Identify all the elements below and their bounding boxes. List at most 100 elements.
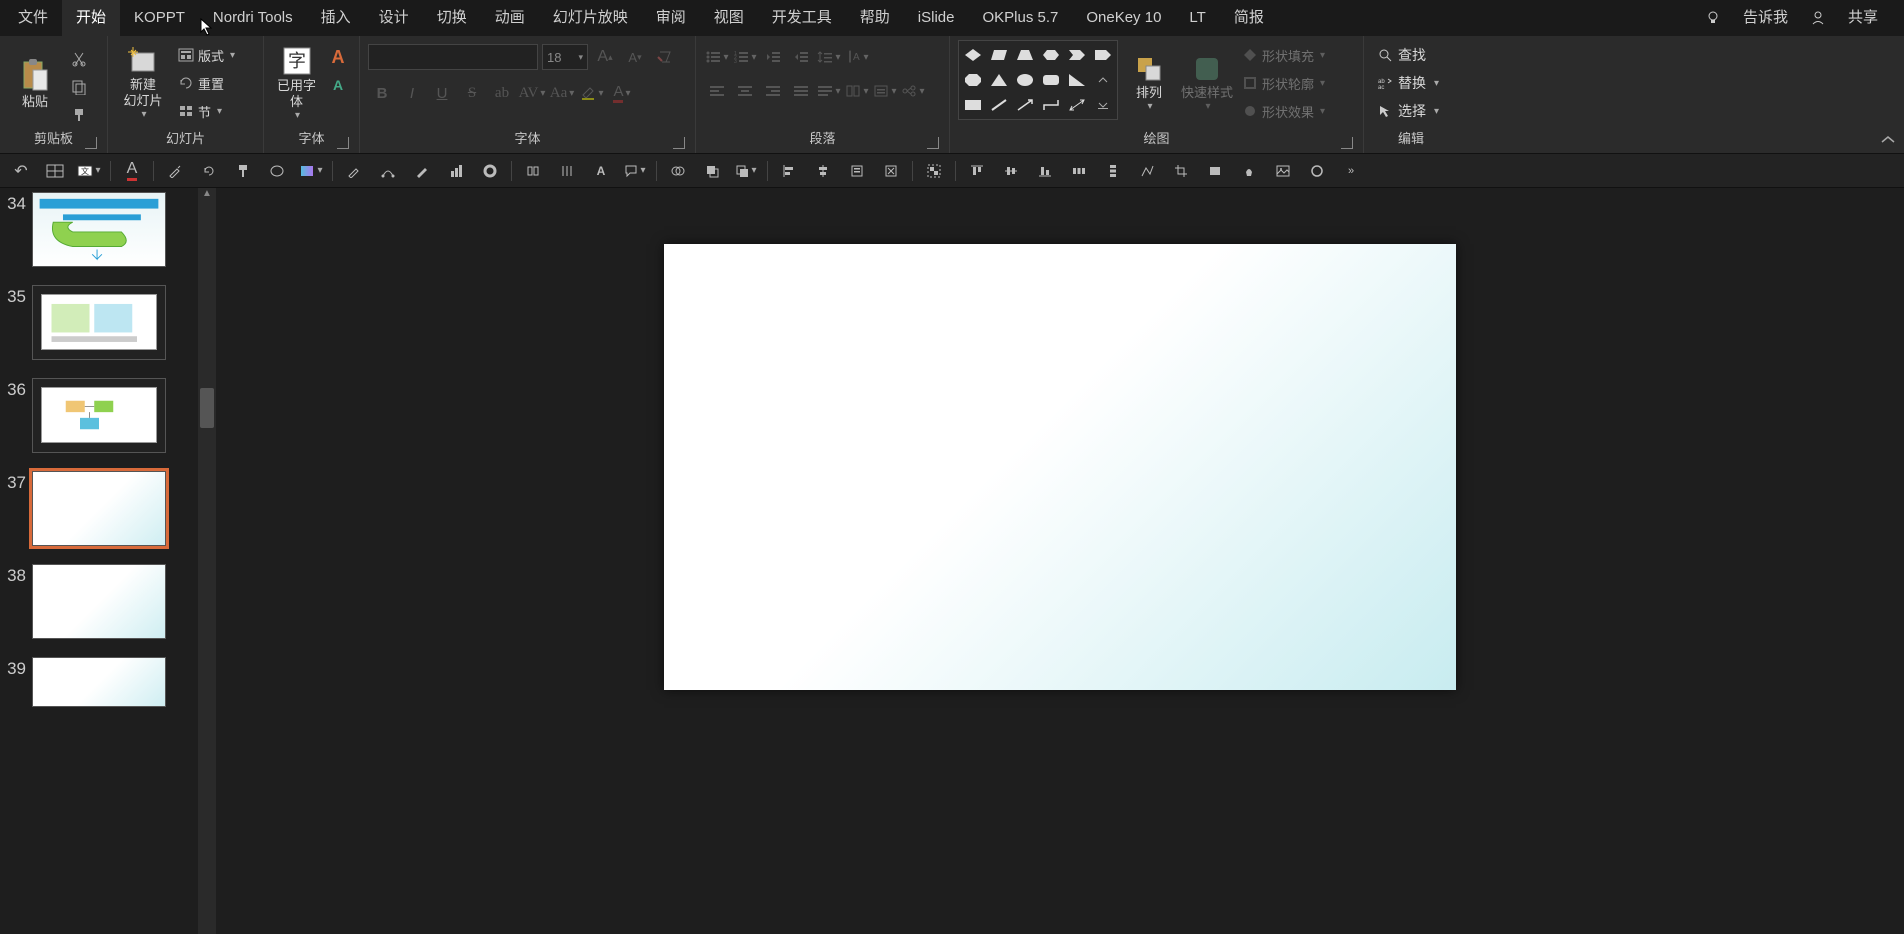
clipboard-launcher[interactable] <box>85 137 97 149</box>
qat-lamp-icon[interactable] <box>1236 158 1262 184</box>
qat-delete-icon[interactable] <box>878 158 904 184</box>
qat-bring-front-icon[interactable] <box>699 158 725 184</box>
align-left-button[interactable] <box>704 78 730 104</box>
qat-align-middle-icon[interactable] <box>998 158 1024 184</box>
qat-donut-icon[interactable] <box>477 158 503 184</box>
tab-nordri[interactable]: Nordri Tools <box>199 0 307 36</box>
shape-hexagon[interactable] <box>1039 43 1063 66</box>
italic-button[interactable]: I <box>398 80 426 106</box>
shape-octagon[interactable] <box>961 68 985 91</box>
shape-pentagon-arrow[interactable] <box>1091 43 1115 66</box>
shape-trapezoid[interactable] <box>1013 43 1037 66</box>
font-color-button[interactable]: A <box>608 80 636 106</box>
format-painter-button[interactable] <box>66 102 92 128</box>
tab-okplus[interactable]: OKPlus 5.7 <box>968 0 1072 36</box>
tab-view[interactable]: 视图 <box>700 0 758 36</box>
quick-styles-button[interactable]: 快速样式 <box>1180 40 1234 128</box>
decrease-font-a-icon[interactable]: A <box>325 72 351 98</box>
shape-triangle[interactable] <box>987 68 1011 91</box>
copy-button[interactable] <box>66 74 92 100</box>
tab-onekey[interactable]: OneKey 10 <box>1072 0 1175 36</box>
tab-file[interactable]: 文件 <box>4 0 62 36</box>
shape-fill-button[interactable]: 形状填充 <box>1238 42 1329 68</box>
section-button[interactable]: 节 <box>174 98 239 124</box>
numbering-button[interactable]: 123 <box>732 44 758 70</box>
shape-parallelogram[interactable] <box>987 43 1011 66</box>
qat-rect-icon[interactable] <box>1202 158 1228 184</box>
qat-selection-pane-icon[interactable] <box>844 158 870 184</box>
qat-circle-icon[interactable] <box>1304 158 1330 184</box>
line-spacing-button[interactable] <box>816 44 842 70</box>
qat-distribute-v-icon[interactable] <box>1100 158 1126 184</box>
scroll-up-icon[interactable]: ▲ <box>198 188 216 204</box>
qat-oval-icon[interactable] <box>264 158 290 184</box>
decrease-indent-button[interactable] <box>760 44 786 70</box>
shape-chevron[interactable] <box>1065 43 1089 66</box>
slide-thumbnail-34[interactable] <box>32 192 166 267</box>
current-slide[interactable] <box>664 244 1456 690</box>
arrange-button[interactable]: 排列 <box>1122 40 1176 128</box>
shapes-gallery[interactable] <box>958 40 1118 120</box>
shape-gallery-up[interactable] <box>1091 68 1115 91</box>
qat-crop-icon[interactable] <box>1168 158 1194 184</box>
change-case-button[interactable]: Aa <box>548 80 576 106</box>
tellme-search[interactable]: 告诉我 <box>1735 0 1796 36</box>
drawing-launcher[interactable] <box>1341 137 1353 149</box>
qat-group-icon[interactable] <box>921 158 947 184</box>
qat-send-back-icon[interactable] <box>733 158 759 184</box>
qat-grid-toggle-icon[interactable] <box>42 158 68 184</box>
qat-eyedropper2-icon[interactable] <box>341 158 367 184</box>
tab-brief[interactable]: 简报 <box>1220 0 1278 36</box>
tab-animation[interactable]: 动画 <box>481 0 539 36</box>
find-button[interactable]: 查找 <box>1372 42 1445 68</box>
smartart-convert-button[interactable] <box>900 78 926 104</box>
new-slide-button[interactable]: 新建 幻灯片 <box>116 40 170 128</box>
align-right-button[interactable] <box>760 78 786 104</box>
reset-button[interactable]: 重置 <box>174 70 239 96</box>
qat-overflow-icon[interactable]: » <box>1338 158 1364 184</box>
shrink-font-button[interactable]: A▾ <box>622 44 648 70</box>
qat-align-top-icon[interactable] <box>964 158 990 184</box>
shape-line-arrow[interactable] <box>1013 94 1037 117</box>
shape-gallery-more[interactable] <box>1091 94 1115 117</box>
qat-merge-shapes-icon[interactable] <box>665 158 691 184</box>
slide-thumbnail-38[interactable] <box>32 564 166 639</box>
qat-distribute-h-icon[interactable] <box>1066 158 1092 184</box>
slide-thumbnail-37[interactable] <box>32 471 166 546</box>
slide-thumbnail-39[interactable] <box>32 657 166 707</box>
shape-line[interactable] <box>987 94 1011 117</box>
text-direction-button[interactable]: ┃A <box>844 44 870 70</box>
tab-insert[interactable]: 插入 <box>307 0 365 36</box>
scrollbar-handle[interactable] <box>200 388 214 428</box>
highlight-button[interactable] <box>578 80 606 106</box>
qat-align-center-h-icon[interactable] <box>810 158 836 184</box>
thumbnails-scrollbar[interactable]: ▲ <box>198 188 216 934</box>
shape-diamond[interactable] <box>961 43 985 66</box>
shape-double-arrow[interactable] <box>1065 94 1089 117</box>
tab-review[interactable]: 审阅 <box>642 0 700 36</box>
qat-image-icon[interactable] <box>1270 158 1296 184</box>
font-family-combo[interactable] <box>368 44 538 70</box>
tab-help[interactable]: 帮助 <box>846 0 904 36</box>
shape-rect[interactable] <box>961 94 985 117</box>
qat-undo-icon[interactable]: ↶ <box>8 158 34 184</box>
slide-thumbnail-36[interactable] <box>32 378 166 453</box>
select-button[interactable]: 选择 <box>1372 98 1445 124</box>
usedfont-launcher[interactable] <box>337 137 349 149</box>
align-center-button[interactable] <box>732 78 758 104</box>
distribute-button[interactable] <box>816 78 842 104</box>
collapse-ribbon-icon[interactable] <box>1878 133 1898 147</box>
shape-rounded-rect[interactable] <box>1039 68 1063 91</box>
strike-button[interactable]: S <box>458 80 486 106</box>
columns-button[interactable] <box>844 78 870 104</box>
qat-textbox-icon[interactable]: 文 <box>76 158 102 184</box>
align-text-button[interactable] <box>872 78 898 104</box>
qat-align-bottom-icon[interactable] <box>1032 158 1058 184</box>
font-size-combo[interactable]: 18▾ <box>542 44 588 70</box>
justify-button[interactable] <box>788 78 814 104</box>
qat-format-painter-icon[interactable] <box>230 158 256 184</box>
tab-transition[interactable]: 切换 <box>423 0 481 36</box>
qat-callout-icon[interactable] <box>622 158 648 184</box>
cut-button[interactable] <box>66 46 92 72</box>
clear-formatting-button[interactable] <box>652 44 678 70</box>
